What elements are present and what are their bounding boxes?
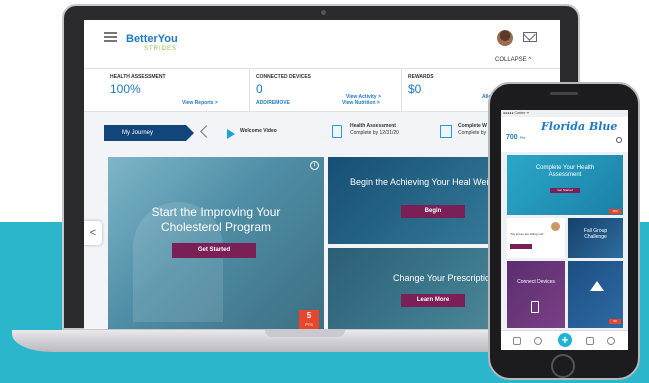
points-unit: Pts [519, 135, 526, 140]
devices-title: Connect Devices [517, 279, 555, 285]
note-button[interactable] [510, 244, 532, 249]
stat-value: 100% [110, 82, 141, 96]
connected-devices-stat: CONNECTED DEVICES 0 ADD/REMOVE View Acti… [250, 69, 402, 113]
card-title: Start the Improving Your Cholesterol Pro… [151, 205, 281, 234]
phone-device-icon [531, 301, 539, 313]
step-title: Health Assessment [350, 123, 396, 129]
stat-title: CONNECTED DEVICES [256, 74, 312, 80]
phone-header: 700 Pts Florida Blue [501, 117, 628, 152]
stat-title: REWARDS [408, 74, 434, 80]
phone-points: 700 Pts [506, 134, 525, 141]
phone-hero-card[interactable]: Complete Your Health Assessment Get Star… [507, 155, 623, 215]
phone-bottom-nav: + [501, 330, 628, 350]
challenge-title: Fall Group Challenge [583, 228, 608, 240]
logo-sub-text: STRIDES [144, 46, 178, 52]
view-nutrition-link[interactable]: View Nutrition > [342, 100, 380, 106]
note-avatar [551, 222, 560, 231]
journey-step-welcome[interactable]: Welcome Video [240, 128, 277, 135]
play-icon[interactable] [227, 129, 235, 139]
points-unit: PTS [305, 322, 313, 327]
logo-main-text: BetterYou [126, 33, 178, 45]
carousel-prev-arrow[interactable]: < [84, 221, 102, 245]
mail-icon[interactable] [586, 337, 594, 345]
chevron-left-icon[interactable] [200, 125, 213, 138]
my-journey-button[interactable]: My Journey [104, 125, 194, 141]
cholesterol-program-card[interactable]: i Start the Improving Your Cholesterol P… [108, 157, 324, 329]
document-icon [440, 125, 452, 138]
stat-title: HEALTH ASSESSMENT [110, 74, 166, 80]
learn-more-button[interactable]: Learn More [401, 294, 465, 307]
step-title: Complete W [458, 123, 487, 129]
user-avatar[interactable] [497, 30, 513, 46]
phone-home-button[interactable] [551, 354, 575, 378]
phone-challenge-card[interactable]: Fall Group Challenge [568, 218, 623, 258]
profile-icon[interactable] [607, 337, 615, 345]
hero-title: Complete Your Health Assessment [535, 165, 595, 178]
view-reports-link[interactable]: View Reports > [182, 100, 218, 106]
info-icon[interactable]: i [310, 161, 319, 170]
clipboard-icon [332, 125, 342, 138]
hamburger-menu-icon[interactable] [104, 32, 117, 42]
points-badge: 5 PTS [299, 310, 319, 329]
hero-points-badge: 100 [609, 209, 621, 214]
app-logo[interactable]: BetterYou STRIDES [126, 30, 178, 53]
add-icon[interactable]: + [558, 333, 572, 347]
phone-note-card[interactable]: "My stress are killing me!" [507, 218, 565, 258]
top-header: BetterYou STRIDES COLLAPSE ^ [84, 20, 560, 68]
laptop-camera [321, 10, 326, 15]
add-remove-link[interactable]: ADD/REMOVE [256, 100, 290, 106]
phone-speaker [550, 92, 578, 95]
points-value: 5 [306, 311, 312, 320]
home-icon[interactable] [513, 337, 521, 345]
promo-points-badge: 50 [609, 319, 621, 324]
collapse-toggle[interactable]: COLLAPSE ^ [495, 57, 531, 63]
note-text: "My stress are killing me!" [510, 232, 545, 236]
search-icon[interactable] [616, 137, 622, 143]
phone-screen: ●●●●● Carrier ᯤ 700 Pts Florida Blue Com… [501, 110, 628, 350]
get-started-button[interactable]: Get Started [172, 243, 256, 258]
phone-promo-card[interactable]: 50 [568, 261, 623, 328]
step-subtitle: Complete by 12/31/20 [350, 129, 399, 136]
mail-icon[interactable] [523, 32, 537, 42]
phone-devices-card[interactable]: Connect Devices [507, 261, 565, 328]
step-subtitle: Complete by [458, 129, 487, 136]
laptop-notch [265, 330, 345, 337]
health-assessment-stat: HEALTH ASSESSMENT 100% View Reports > [104, 69, 250, 113]
mountain-icon [590, 281, 604, 291]
points-value: 700 [506, 134, 518, 141]
begin-button[interactable]: Begin [401, 205, 465, 218]
journey-step-complete[interactable]: Complete W Complete by [458, 123, 487, 136]
hero-get-started-button[interactable]: Get Started [550, 188, 580, 193]
journey-step-assessment[interactable]: Health Assessment Complete by 12/31/20 [350, 123, 399, 136]
florida-blue-logo: Florida Blue [541, 120, 618, 133]
phone-status-bar: ●●●●● Carrier ᯤ [503, 111, 530, 115]
people-icon[interactable] [534, 337, 542, 345]
step-title: Welcome Video [240, 128, 277, 134]
